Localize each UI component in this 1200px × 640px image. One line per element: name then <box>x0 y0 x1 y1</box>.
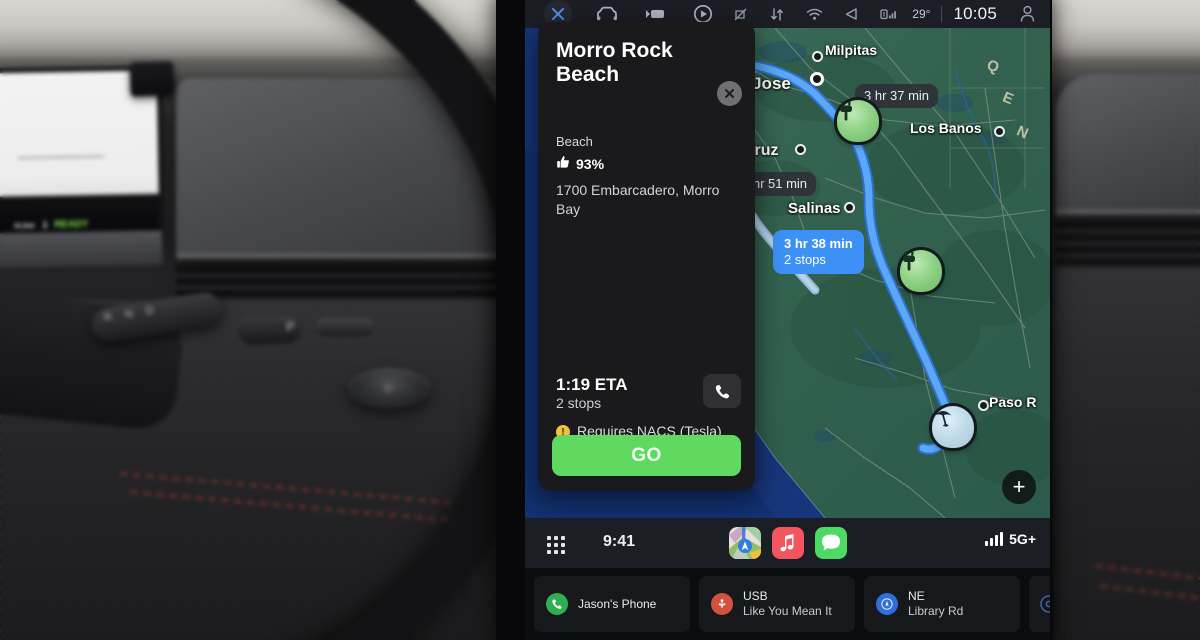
console-trim-piece <box>316 318 374 336</box>
source-usb[interactable]: USB Like You Mean It <box>699 576 855 632</box>
park-label: P <box>285 318 296 335</box>
map-dot-milpitas <box>814 53 821 60</box>
map-dot-santa-cruz <box>797 146 804 153</box>
carplay-dock: 9:41 5G+ <box>525 518 1050 568</box>
infotainment-screen: 29° 10:05 Milpitas n Jose Los Banos Cruz… <box>525 0 1050 640</box>
map-dot-san-jose <box>813 75 821 83</box>
eta-stops: 2 stops <box>556 395 602 411</box>
source-radio-line1: NE <box>908 589 925 603</box>
audio-source-strip: Jason's Phone USB Like You Mean It NE Li… <box>525 568 1050 640</box>
charging-stop-pin-1[interactable] <box>837 100 879 148</box>
dashboard-fabric-panel-right <box>1055 74 1200 214</box>
source-usb-line1: USB <box>743 589 768 603</box>
route-bubble-3hr38[interactable]: 3 hr 38 min 2 stops <box>773 230 864 274</box>
source-phone[interactable]: Jason's Phone <box>534 576 690 632</box>
place-category: Beach <box>556 134 593 149</box>
close-icon[interactable] <box>717 81 742 106</box>
network-type-label: 5G+ <box>1009 531 1036 547</box>
map-label-paso-robles: Paso R <box>989 394 1037 410</box>
status-divider <box>941 6 943 22</box>
go-button[interactable]: GO <box>552 435 741 476</box>
destination-beach-pin[interactable] <box>932 406 974 454</box>
dashboard-panel-edge-right <box>1055 210 1200 216</box>
wifi-icon <box>801 1 827 27</box>
park-button-stalk[interactable]: P <box>237 314 303 346</box>
source-radio[interactable]: NE Library Rd <box>864 576 1020 632</box>
charging-stop-pin-2[interactable] <box>900 250 942 298</box>
cellular-icon <box>875 1 901 27</box>
place-info-card: Morro Rock Beach Beach 93% 1700 Embarcad… <box>538 22 755 490</box>
beach-umbrella-icon <box>932 406 974 448</box>
source-usb-line2: Like You Mean It <box>743 604 832 618</box>
location-arrow-icon <box>838 1 864 27</box>
screenshot-root: 31.2mi /|\ READY Qi R N D P 29° 10:05 Mi… <box>0 0 1200 640</box>
map-label-milpitas: Milpitas <box>825 42 878 58</box>
map-label-salinas: Salinas <box>788 200 841 217</box>
ev-plug-icon <box>900 250 942 292</box>
carbon-fiber-console-right <box>1055 268 1200 640</box>
eta-value: 1:19 ETA <box>556 375 628 394</box>
apple-music-app-icon[interactable] <box>771 527 804 559</box>
radio-icon <box>876 593 898 615</box>
phone-icon[interactable] <box>703 374 741 408</box>
map-zoom-in-button[interactable]: + <box>1002 470 1036 504</box>
cellular-bars-icon <box>985 532 1004 546</box>
source-phone-label: Jason's Phone <box>578 596 657 611</box>
route-bubble-3hr38-time: 3 hr 38 min <box>784 236 853 251</box>
dock-clock: 9:41 <box>603 533 636 550</box>
app-grid-icon[interactable] <box>547 536 565 554</box>
user-profile-icon[interactable] <box>1014 1 1040 27</box>
system-clock: 10:05 <box>953 4 997 23</box>
dashboard-vents-right <box>1055 222 1200 274</box>
apple-maps-app-icon[interactable] <box>728 527 761 559</box>
phone-green-icon <box>546 593 568 615</box>
thumbs-up-icon <box>556 155 570 172</box>
usb-icon <box>711 593 733 615</box>
map-label-los-banos: Los Banos <box>910 120 982 136</box>
route-bubble-3hr38-stops: 2 stops <box>784 252 826 267</box>
place-title: Morro Rock Beach <box>556 39 673 86</box>
place-address: 1700 Embarcadero, Morro Bay <box>556 182 720 217</box>
map-dot-paso-robles <box>980 402 987 409</box>
messages-app-icon[interactable] <box>814 527 847 559</box>
map-dot-los-banos <box>996 128 1003 135</box>
map-dot-salinas <box>846 204 853 211</box>
cd-disc-icon <box>1038 593 1050 615</box>
place-rating-value: 93% <box>576 155 605 172</box>
ev-plug-icon <box>837 100 879 142</box>
source-partial[interactable] <box>1029 576 1050 632</box>
place-rating: 93% <box>556 155 604 172</box>
data-transfer-icon <box>764 1 790 27</box>
source-radio-line2: Library Rd <box>908 604 964 618</box>
outside-temperature: 29° <box>912 7 931 21</box>
